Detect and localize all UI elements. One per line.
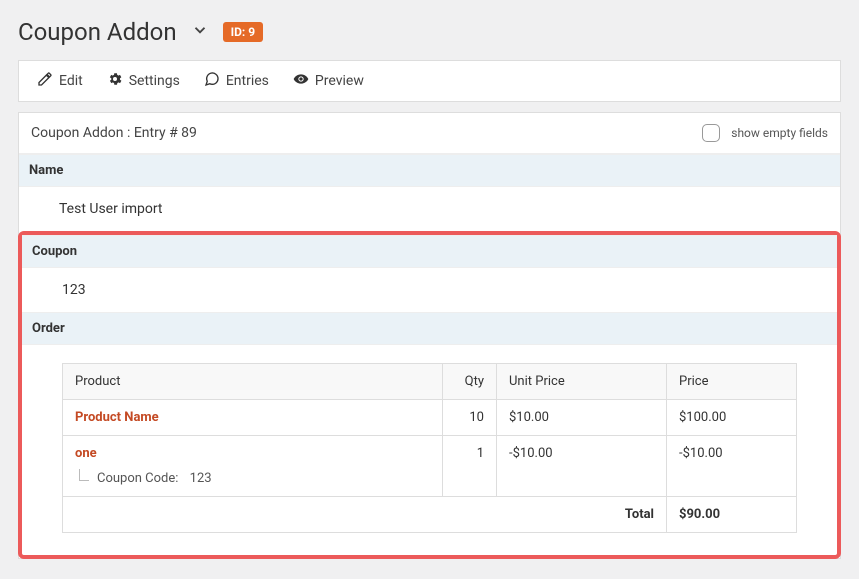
coupon-code-sub: Coupon Code: 123	[75, 471, 430, 486]
show-empty-label: show empty fields	[731, 126, 828, 140]
toolbar: Edit Settings Entries Preview	[18, 60, 841, 102]
col-qty: Qty	[443, 364, 497, 400]
toolbar-label: Settings	[129, 73, 180, 89]
speech-icon	[204, 71, 220, 91]
preview-button[interactable]: Preview	[293, 71, 364, 91]
cell-qty: 1	[443, 436, 497, 497]
product-name-link[interactable]: one	[75, 446, 97, 461]
cell-price: $100.00	[667, 400, 797, 436]
section-value-name: Test User import	[19, 187, 840, 231]
settings-button[interactable]: Settings	[107, 71, 180, 91]
toolbar-label: Entries	[226, 73, 269, 89]
show-empty-fields-toggle[interactable]: show empty fields	[698, 121, 828, 145]
chevron-down-icon[interactable]	[191, 21, 209, 43]
col-product: Product	[63, 364, 443, 400]
col-price: Price	[667, 364, 797, 400]
cell-price: -$10.00	[667, 436, 797, 497]
section-label-name: Name	[19, 154, 840, 187]
eye-icon	[293, 71, 309, 91]
show-empty-checkbox[interactable]	[702, 124, 720, 142]
order-table: Product Qty Unit Price Price Product Nam…	[62, 363, 797, 533]
edit-button[interactable]: Edit	[37, 71, 83, 91]
section-label-coupon: Coupon	[22, 235, 837, 268]
col-unit-price: Unit Price	[497, 364, 667, 400]
toolbar-label: Preview	[315, 73, 364, 89]
tree-icon	[79, 469, 89, 481]
edit-icon	[37, 71, 53, 91]
table-row: Product Name 10 $10.00 $100.00	[63, 400, 797, 436]
total-value: $90.00	[667, 497, 797, 533]
highlight-region: Coupon 123 Order Product Qty Unit Price …	[18, 231, 841, 559]
table-row: one Coupon Code: 123 1 -$10.00 -$10.00	[63, 436, 797, 497]
product-name-link[interactable]: Product Name	[75, 410, 159, 425]
table-total-row: Total $90.00	[63, 497, 797, 533]
page-header: Coupon Addon ID: 9	[18, 18, 841, 46]
gear-icon	[107, 71, 123, 91]
id-badge: ID: 9	[223, 22, 264, 42]
cell-qty: 10	[443, 400, 497, 436]
toolbar-label: Edit	[59, 73, 83, 89]
table-header-row: Product Qty Unit Price Price	[63, 364, 797, 400]
page-title: Coupon Addon	[18, 18, 177, 46]
cell-unit: $10.00	[497, 400, 667, 436]
section-label-order: Order	[22, 312, 837, 345]
total-label: Total	[63, 497, 667, 533]
section-value-coupon: 123	[22, 268, 837, 312]
entry-panel: Coupon Addon : Entry # 89 show empty fie…	[18, 112, 841, 559]
cell-unit: -$10.00	[497, 436, 667, 497]
entries-button[interactable]: Entries	[204, 71, 269, 91]
entry-title: Coupon Addon : Entry # 89	[31, 125, 197, 141]
